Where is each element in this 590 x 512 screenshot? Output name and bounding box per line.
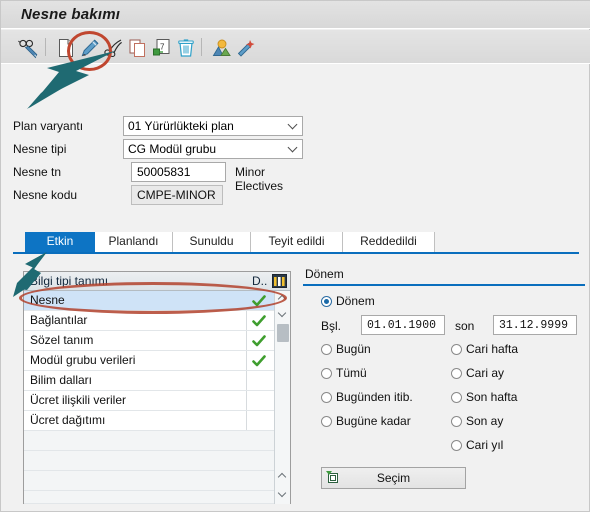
object-code-label: Nesne kodu — [13, 188, 78, 202]
scroll-up-bottom-icon[interactable] — [275, 469, 290, 484]
radio-cari-hafta-indicator — [451, 344, 462, 355]
secim-button-label: Seçim — [376, 471, 411, 485]
checkmark-icon — [252, 354, 266, 368]
window-title-bar: Nesne bakımı — [1, 1, 590, 29]
page-title: Nesne bakımı — [21, 6, 121, 23]
radio-son-hafta-label: Son hafta — [466, 390, 518, 404]
scroll-down-bottom-icon[interactable] — [275, 487, 290, 502]
period-panel: Dönem Dönem Bşl. 01.01.1900 son 31.12.99… — [303, 267, 585, 504]
tab-planlandi[interactable]: Planlandı — [95, 232, 173, 252]
radio-cari-ay-label: Cari ay — [466, 366, 505, 380]
cell-infotype-name: Ücret ilişkili veriler — [30, 393, 127, 407]
radio-bugun-indicator — [321, 344, 332, 355]
radio-cari-yil-label: Cari yıl — [466, 438, 504, 452]
radio-cari-yil-indicator — [451, 440, 462, 451]
scroll-down-top-icon[interactable] — [275, 307, 290, 322]
tab-sunuldu[interactable]: Sunuldu — [173, 232, 251, 252]
toolbar-separator-2 — [201, 38, 202, 56]
radio-bugunden-itib-indicator — [321, 392, 332, 403]
table-row[interactable] — [24, 471, 290, 491]
chevron-up-icon — [279, 474, 286, 481]
table-row[interactable]: Sözel tanım — [24, 331, 290, 351]
object-type-value: CG Modül grubu — [128, 142, 217, 156]
cell-infotype-name: Modül grubu verileri — [30, 353, 136, 367]
start-date-input[interactable]: 01.01.1900 — [361, 315, 445, 335]
cell-infotype-name: Bağlantılar — [30, 313, 88, 327]
end-date-input[interactable]: 31.12.9999 — [493, 315, 577, 335]
nesne-row-highlight — [19, 282, 287, 314]
scrollbar-thumb[interactable] — [277, 324, 289, 342]
radio-bugune-kadar-label: Bugüne kadar — [336, 414, 411, 428]
checkmark-icon — [252, 314, 266, 328]
radio-bugunden-itib-label: Bugünden itib. — [336, 390, 413, 404]
plan-variant-value: 01 Yürürlükteki plan — [128, 119, 234, 133]
chevron-down-icon — [279, 492, 286, 499]
chevron-down-icon — [289, 121, 298, 130]
radio-tumu-label: Tümü — [336, 366, 367, 380]
secim-button[interactable]: Seçim — [321, 467, 466, 489]
selection-icon — [326, 471, 340, 485]
object-code-value: CMPE-MINOR — [131, 185, 223, 205]
copy-icon[interactable] — [127, 37, 149, 59]
cell-infotype-name: Sözel tanım — [30, 333, 94, 347]
cell-infotype-name: Bilim dalları — [30, 373, 93, 387]
table-row[interactable]: Ücret dağıtımı — [24, 411, 290, 431]
radio-cari-ay-indicator — [451, 368, 462, 379]
delete-trash-icon[interactable] — [175, 37, 197, 59]
magic-wand-icon[interactable] — [235, 37, 257, 59]
plan-variant-label: Plan varyantı — [13, 119, 84, 133]
object-type-select[interactable]: CG Modül grubu — [123, 139, 303, 159]
checkmark-icon — [252, 334, 266, 348]
period-panel-rule — [303, 284, 585, 286]
radio-tumu-indicator — [321, 368, 332, 379]
object-id-input[interactable]: 50005831 — [131, 162, 226, 182]
org-structure-icon[interactable] — [211, 37, 233, 59]
object-type-label: Nesne tipi — [13, 142, 67, 156]
radio-son-ay-label: Son ay — [466, 414, 504, 428]
chevron-down-icon — [289, 144, 298, 153]
radio-bugune-kadar-indicator — [321, 416, 332, 427]
tab-etkin[interactable]: Etkin — [25, 232, 95, 252]
infotype-status-tabs: Etkin Planlandı Sunuldu Teyit edildi Red… — [13, 232, 579, 252]
toolbar-separator-1 — [45, 38, 46, 56]
radio-bugun-label: Bugün — [336, 342, 371, 356]
table-vertical-scrollbar[interactable] — [274, 291, 290, 504]
tabs-underline — [13, 252, 579, 254]
radio-son-hafta-indicator — [451, 392, 462, 403]
chevron-down-icon — [279, 312, 286, 319]
table-row[interactable]: Modül grubu verileri — [24, 351, 290, 371]
column-header-d: D.. — [252, 274, 268, 288]
radio-donem-label: Dönem — [336, 294, 375, 308]
cell-infotype-name: Ücret dağıtımı — [30, 413, 106, 427]
tab-teyit-edildi[interactable]: Teyit edildi — [251, 232, 343, 252]
table-row[interactable]: Bilim dalları — [24, 371, 290, 391]
table-row[interactable]: Bağlantılar — [24, 311, 290, 331]
svg-text:7: 7 — [160, 43, 165, 52]
transport-icon[interactable]: 7 — [151, 37, 173, 59]
table-row[interactable] — [24, 451, 290, 471]
radio-son-ay-indicator — [451, 416, 462, 427]
table-settings-icon[interactable] — [272, 274, 287, 288]
start-date-label: Bşl. — [321, 319, 342, 333]
table-row[interactable] — [24, 431, 290, 451]
radio-donem-indicator — [321, 296, 332, 307]
table-row[interactable]: Ücret ilişkili veriler — [24, 391, 290, 411]
sap-object-maintenance-window: Nesne bakımı 7 Plan varyantı 01 Yürürlük… — [0, 0, 590, 512]
end-date-label: son — [455, 319, 475, 333]
period-panel-title: Dönem — [305, 267, 344, 281]
display-glasses-pen-icon[interactable] — [17, 37, 39, 59]
tab-reddedildi[interactable]: Reddedildi — [343, 232, 435, 252]
edit-pencil-highlight — [67, 31, 112, 71]
table-row[interactable] — [24, 491, 290, 504]
object-id-description: Minor Electives — [235, 165, 284, 193]
radio-cari-hafta-label: Cari hafta — [466, 342, 519, 356]
object-id-label: Nesne tn — [13, 165, 62, 179]
plan-variant-select[interactable]: 01 Yürürlükteki plan — [123, 116, 303, 136]
